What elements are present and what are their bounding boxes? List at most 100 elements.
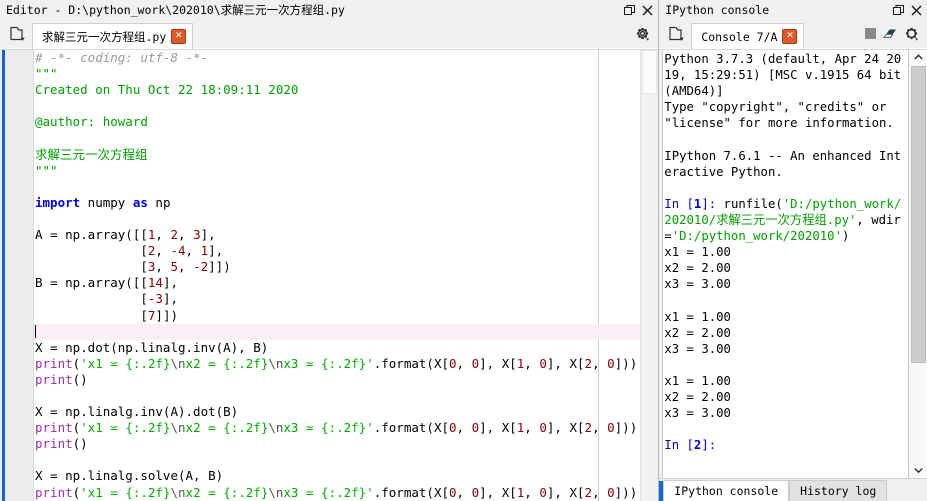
code-token: .format(X[ <box>373 355 449 371</box>
code-token: \n <box>170 420 186 436</box>
code-line[interactable]: 7求解三元一次方程组 <box>34 147 640 163</box>
code-token: ' <box>366 420 374 436</box>
code-line[interactable]: 20print('x1 = {:.2f}\nx2 = {:.2f}\nx3 = … <box>34 356 640 372</box>
editor-options-gear-icon[interactable] <box>635 26 650 44</box>
code-line-text: """ <box>35 163 58 179</box>
code-token: {:.2f} <box>321 420 367 436</box>
code-token: 0 <box>471 484 480 500</box>
console-tab-session[interactable]: Console 7/A ✕ <box>691 23 805 49</box>
code-line[interactable]: 9 <box>34 179 640 195</box>
tab-ipython-console[interactable]: IPython console <box>663 480 790 501</box>
stop-icon[interactable] <box>865 28 876 42</box>
code-line[interactable]: 24print('x1 = {:.2f}\nx2 = {:.2f}\nx3 = … <box>34 420 640 436</box>
editor-vertical-scrollbar[interactable] <box>640 50 659 501</box>
code-token: ], X[ <box>479 484 517 500</box>
editor-tab-file[interactable]: 求解三元一次方程组.py ✕ <box>32 23 194 49</box>
code-line[interactable]: 16 [-3], <box>34 291 640 307</box>
code-line[interactable]: 4 <box>34 98 640 114</box>
code-line[interactable]: 25print() <box>34 436 640 452</box>
code-token: \n <box>170 355 186 371</box>
console-options-gear-icon[interactable] <box>904 26 919 44</box>
code-token: 14 <box>147 275 163 291</box>
console-vertical-scrollbar[interactable] <box>908 50 927 478</box>
scroll-up-arrow-icon[interactable] <box>909 50 927 65</box>
console-text-segment: ]: <box>701 196 724 211</box>
console-close-icon[interactable] <box>907 1 925 19</box>
code-line-text: print() <box>35 372 88 388</box>
code-token: 1 <box>200 243 209 259</box>
code-token: , <box>592 355 608 371</box>
code-token: B = np.array([[ <box>35 275 148 291</box>
code-token: Created on Thu Oct 22 18:09:11 2020 <box>35 82 299 98</box>
tab-history-log[interactable]: History log <box>789 480 888 501</box>
console-scrollbar-thumb[interactable] <box>911 66 926 363</box>
code-token: @author: howard <box>35 114 148 130</box>
console-text-segment: 'D:/python_work/202010' <box>671 229 842 244</box>
code-line[interactable]: 22 <box>34 388 640 404</box>
code-token: -3 <box>147 291 163 307</box>
code-line[interactable]: 26 <box>34 452 640 468</box>
editor-code-area[interactable]: 1# -*- coding: utf-8 -*-2"""3Created on … <box>0 49 659 501</box>
editor-tab-close-icon[interactable]: ✕ <box>171 29 187 44</box>
editor-code-text[interactable]: 1# -*- coding: utf-8 -*-2"""3Created on … <box>34 50 641 501</box>
console-left-margin <box>659 50 664 478</box>
console-browse-tabs-icon[interactable] <box>663 21 691 47</box>
code-token: ])) <box>614 420 638 436</box>
code-line[interactable]: 10import numpy as np <box>34 195 640 211</box>
code-line[interactable]: 21print() <box>34 372 640 388</box>
code-token: .format(X[ <box>373 484 449 500</box>
code-token: ])) <box>614 355 638 371</box>
code-token: , <box>524 484 540 500</box>
code-token: , <box>456 420 472 436</box>
code-line-text <box>35 324 36 340</box>
editor-close-icon[interactable] <box>638 1 656 19</box>
code-token: 'x1 = <box>80 420 126 436</box>
editor-scrollbar-thumb[interactable] <box>642 50 658 94</box>
code-line[interactable]: 18 <box>34 323 641 340</box>
code-token: 求解三元一次方程组 <box>35 146 148 162</box>
code-token: ], <box>208 243 224 259</box>
eraser-icon[interactable] <box>883 27 897 43</box>
browse-tabs-icon[interactable] <box>4 21 32 47</box>
code-line[interactable]: 17 [7]]) <box>34 308 640 324</box>
code-token: {:.2f} <box>321 355 367 371</box>
code-line[interactable]: 2""" <box>34 66 640 82</box>
code-token: , <box>178 259 194 275</box>
code-line[interactable]: 1# -*- coding: utf-8 -*- <box>34 50 640 66</box>
code-token: x3 = <box>283 420 322 436</box>
code-token: () <box>72 371 88 387</box>
code-line[interactable]: 19X = np.dot(np.linalg.inv(A), B) <box>34 340 640 356</box>
code-line[interactable]: 23X = np.linalg.inv(A).dot(B) <box>34 404 640 420</box>
code-line[interactable]: 12A = np.array([[1, 2, 3], <box>34 227 640 243</box>
console-title-bar: IPython console <box>659 0 927 20</box>
code-token: print <box>35 484 73 500</box>
code-token: , <box>456 484 472 500</box>
code-token: -2 <box>193 259 209 275</box>
code-line[interactable]: 3Created on Thu Oct 22 18:09:11 2020 <box>34 82 640 98</box>
scroll-down-arrow-icon[interactable] <box>909 463 927 478</box>
editor-undock-icon[interactable] <box>620 1 638 19</box>
code-token: 0 <box>539 355 547 371</box>
editor-source-lines[interactable]: 1# -*- coding: utf-8 -*-2"""3Created on … <box>34 50 641 501</box>
code-line[interactable]: 14 [3, 5, -2]]) <box>34 259 640 275</box>
console-tab-close-icon[interactable]: ✕ <box>782 29 798 44</box>
tab-history-log-label: History log <box>800 484 877 498</box>
console-bottom-tab-bar: IPython console History log <box>659 478 927 501</box>
code-line[interactable]: 27X = np.linalg.solve(A, B) <box>34 468 640 484</box>
code-token: 0 <box>607 420 615 436</box>
code-line[interactable]: 15B = np.array([[14], <box>34 275 640 291</box>
console-text-segment: ]: <box>701 438 724 453</box>
code-token: , <box>178 227 194 243</box>
code-line[interactable]: 11 <box>34 211 640 227</box>
code-line[interactable]: 8""" <box>34 163 640 179</box>
code-line-text: [-3], <box>35 291 178 307</box>
console-output-text[interactable]: Python 3.7.3 (default, Apr 24 2019, 15:2… <box>664 51 908 478</box>
console-undock-icon[interactable] <box>889 1 907 19</box>
code-line[interactable]: 13 [2, -4, 1], <box>34 243 640 259</box>
code-token: """ <box>35 66 58 82</box>
code-line[interactable]: 5@author: howard <box>34 114 640 130</box>
code-line[interactable]: 6 <box>34 130 640 146</box>
code-line[interactable]: 28print('x1 = {:.2f}\nx2 = {:.2f}\nx3 = … <box>34 485 640 501</box>
code-token: as <box>132 194 148 210</box>
console-output-area[interactable]: Python 3.7.3 (default, Apr 24 2019, 15:2… <box>659 49 927 478</box>
